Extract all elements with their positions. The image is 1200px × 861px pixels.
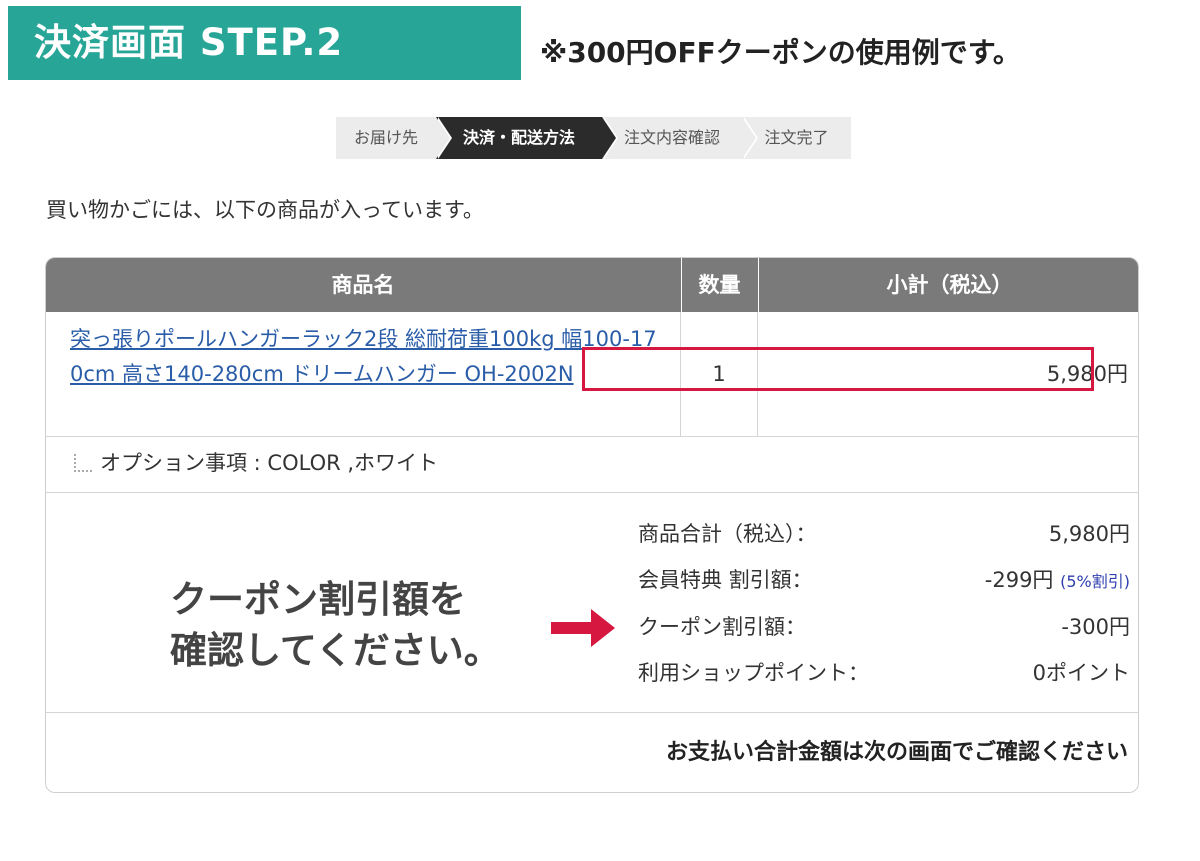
usage-note: ※300円OFFクーポンの使用例です。 xyxy=(540,36,1021,69)
goods-total-label: 商品合計（税込）： xyxy=(638,522,817,546)
cart-intro-text: 買い物かごには、以下の商品が入っています。 xyxy=(46,198,484,222)
member-discount-label: 会員特典 割引額： xyxy=(638,568,813,592)
arrow-right-icon xyxy=(551,609,615,647)
progress-step-label: お届け先 xyxy=(353,128,418,147)
member-discount-value: -299円 xyxy=(984,568,1054,592)
goods-total-value: 5,980円 xyxy=(1048,522,1130,546)
callout-line-2: 確認してください。 xyxy=(170,629,501,672)
progress-step-label: 注文内容確認 xyxy=(623,128,720,147)
coupon-highlight-box xyxy=(582,347,1094,391)
shop-points-value: 0ポイント xyxy=(1032,661,1130,685)
option-text: オプション事項 : COLOR ,ホワイト xyxy=(100,451,439,475)
header-quantity: 数量 xyxy=(681,258,757,312)
shop-points-line: 利用ショップポイント： 0ポイント xyxy=(636,653,1130,693)
progress-step-label: 注文完了 xyxy=(764,128,829,147)
goods-total-line: 商品合計（税込）： 5,980円 xyxy=(636,514,1130,554)
product-link[interactable]: 突っ張りポールハンガーラック2段 総耐荷重100kg 幅100-170cm 高さ… xyxy=(70,322,666,392)
progress-step-confirm: 注文内容確認 xyxy=(602,117,758,159)
progress-step-label: 決済・配送方法 xyxy=(462,128,575,147)
shop-points-label: 利用ショップポイント： xyxy=(638,661,869,685)
checkout-progress: お届け先 決済・配送方法 注文内容確認 注文完了 xyxy=(336,117,851,159)
callout-line-1: クーポン割引額を xyxy=(170,578,466,621)
progress-step-complete: 注文完了 xyxy=(742,117,851,159)
header-product-name: 商品名 xyxy=(331,273,395,297)
coupon-discount-line: クーポン割引額： -300円 xyxy=(636,607,1130,647)
option-row: オプション事項 : COLOR ,ホワイト xyxy=(46,437,1138,493)
step-banner: 決済画面 STEP.2 xyxy=(8,6,521,80)
coupon-discount-label: クーポン割引額： xyxy=(638,615,806,639)
member-discount-rate: (5%割引) xyxy=(1060,572,1130,591)
payment-total-note: お支払い合計金額は次の画面でご確認ください xyxy=(665,740,1128,765)
tree-branch-icon xyxy=(74,454,92,472)
progress-step-delivery: お届け先 xyxy=(336,117,452,159)
header-subtotal: 小計（税込） xyxy=(758,258,1138,312)
coupon-discount-value: -300円 xyxy=(1061,615,1130,639)
callout-text: クーポン割引額を 確認してください。 xyxy=(170,574,550,676)
member-discount-line: 会員特典 割引額： -299円 (5%割引) xyxy=(636,560,1130,600)
cart-table-header: 商品名 数量 小計（税込） xyxy=(46,258,1138,312)
cart-table: 商品名 数量 小計（税込） 突っ張りポールハンガーラック2段 総耐荷重100kg… xyxy=(45,257,1139,793)
progress-step-payment: 決済・配送方法 xyxy=(436,117,618,159)
